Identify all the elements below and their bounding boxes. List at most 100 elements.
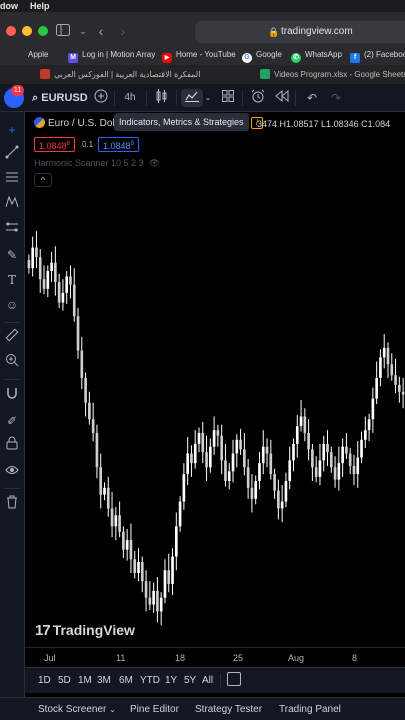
eye-icon[interactable] — [2, 461, 22, 481]
address-bar[interactable]: 🔒 tradingview.com — [195, 21, 405, 43]
brush-icon[interactable]: ✎ — [2, 245, 22, 265]
divider — [295, 90, 296, 106]
replay-button[interactable] — [273, 89, 291, 107]
crosshair-icon[interactable]: + — [2, 120, 22, 140]
bookmark-whatsapp[interactable]: ✆ WhatsApp — [291, 48, 342, 63]
bookmark-apple[interactable]: Apple — [24, 48, 48, 62]
chart-type-button[interactable] — [153, 89, 171, 107]
tab-pine-editor[interactable]: Pine Editor — [130, 702, 179, 717]
collapse-legend-button[interactable]: ^ — [34, 173, 52, 187]
buy-price: 1.0848 — [103, 141, 131, 151]
candle — [193, 430, 197, 469]
range-1d[interactable]: 1D — [38, 674, 51, 688]
stay-drawing-icon[interactable]: ✐ — [2, 411, 22, 431]
menu-help[interactable]: Help — [30, 0, 50, 12]
indicators-icon — [185, 91, 199, 102]
range-5y[interactable]: 5Y — [184, 674, 196, 688]
trend-line-icon[interactable] — [2, 145, 22, 165]
trash-icon[interactable] — [2, 495, 22, 515]
candle — [239, 428, 242, 455]
tv-logo-icon: 17 — [35, 622, 51, 639]
range-6m[interactable]: 6M — [119, 674, 133, 688]
candle — [261, 430, 265, 475]
symbol-legend: Euro / U.S. Dol — [34, 116, 115, 132]
lock-drawings-icon[interactable] — [2, 436, 22, 456]
candle — [65, 270, 69, 304]
watermark-text: TradingView — [52, 622, 135, 638]
buy-button[interactable]: 1.08489 — [98, 137, 139, 152]
study-legend[interactable]: Harmonic Scanner 10 5 2 3 👁︎ — [34, 157, 160, 169]
minimize-window-button[interactable] — [22, 26, 32, 36]
candle — [137, 548, 140, 582]
candle — [326, 430, 329, 466]
candle — [103, 482, 106, 501]
chevron-down-icon[interactable]: ⌄ — [203, 89, 213, 107]
close-window-button[interactable] — [6, 26, 16, 36]
calendar-goto-icon[interactable] — [227, 672, 241, 686]
candle — [311, 443, 314, 481]
indicators-button[interactable] — [181, 89, 203, 107]
range-all[interactable]: All — [202, 674, 213, 688]
candle — [314, 456, 318, 483]
tab-forex-arabic[interactable]: المفكرة الاقتصادية العربية | الفوركس الع… — [40, 67, 220, 83]
candle — [398, 376, 401, 403]
bookmark-youtube[interactable]: ▶ Home - YouTube — [162, 48, 236, 63]
compare-symbol-button[interactable] — [92, 89, 110, 107]
redo-button[interactable]: ↷ — [327, 89, 345, 107]
candle — [243, 432, 246, 476]
ruler-icon[interactable] — [2, 328, 22, 348]
range-1y[interactable]: 1Y — [165, 674, 177, 688]
forward-icon[interactable]: › — [112, 20, 134, 42]
undo-button[interactable]: ↶ — [303, 89, 321, 107]
tab-stock-screener[interactable]: Stock Screener ⌄ — [38, 702, 116, 717]
price-chart[interactable]: Euro / U.S. Dol Indicators, Metrics & St… — [25, 112, 405, 667]
candle — [122, 526, 125, 558]
candle — [333, 456, 337, 488]
zoom-window-button[interactable] — [38, 26, 48, 36]
tab-trading-panel[interactable]: Trading Panel — [279, 702, 341, 717]
time-tick: 25 — [233, 653, 244, 663]
candle — [148, 581, 152, 611]
google-icon: G — [242, 53, 252, 63]
indicators-tooltip: Indicators, Metrics & Strategies — [114, 113, 249, 131]
interval-button[interactable]: 4h — [121, 89, 139, 107]
candle — [299, 399, 303, 432]
layouts-button[interactable] — [219, 89, 237, 107]
symbol-search-button[interactable]: ⌕ EURUSD — [32, 89, 88, 107]
magnet-icon[interactable] — [2, 386, 22, 406]
time-axis[interactable]: Jul 11 18 25 Aug 8 — [25, 647, 405, 667]
sidebar-icon[interactable] — [52, 20, 74, 42]
candle — [178, 496, 182, 532]
bookmark-google[interactable]: G Google — [242, 48, 282, 63]
tab-strategy-tester[interactable]: Strategy Tester — [195, 702, 262, 717]
pattern-tool-icon[interactable] — [2, 195, 22, 215]
candle — [91, 402, 95, 442]
projection-tool-icon[interactable] — [2, 220, 22, 240]
hide-eye-icon[interactable]: 👁︎ — [149, 157, 160, 169]
range-3m[interactable]: 3M — [97, 674, 111, 688]
fib-retracement-icon[interactable] — [2, 170, 22, 190]
candle — [159, 592, 163, 626]
lock-icon: 🔒 — [268, 27, 280, 37]
range-1m[interactable]: 1M — [78, 674, 92, 688]
candle — [254, 475, 258, 505]
bookmark-motion-array[interactable]: M Log in | Motion Array — [68, 48, 155, 63]
sell-button[interactable]: 1.08488 — [34, 137, 75, 152]
menu-window[interactable]: dow — [0, 0, 18, 12]
tab-google-sheets[interactable]: Videos Program.xlsx - Google Sheets — [260, 67, 405, 83]
candle — [401, 378, 405, 409]
back-icon[interactable]: ‹ — [90, 20, 112, 42]
text-tool-icon[interactable]: T — [2, 270, 22, 290]
zoom-in-icon[interactable] — [2, 353, 22, 373]
candle — [129, 523, 133, 573]
browser-tabs: المفكرة الاقتصادية العربية | الفوركس الع… — [0, 65, 405, 84]
bookmark-label: (2) Faceboo — [364, 50, 405, 59]
buy-price-pip: 9 — [130, 141, 134, 147]
range-ytd[interactable]: YTD — [140, 674, 160, 688]
range-5d[interactable]: 5D — [58, 674, 71, 688]
candle — [88, 391, 91, 425]
emoji-icon[interactable]: ☺ — [2, 295, 22, 315]
alert-button[interactable] — [249, 89, 267, 107]
candle — [31, 236, 34, 277]
bookmark-facebook[interactable]: f (2) Faceboo — [350, 48, 405, 63]
